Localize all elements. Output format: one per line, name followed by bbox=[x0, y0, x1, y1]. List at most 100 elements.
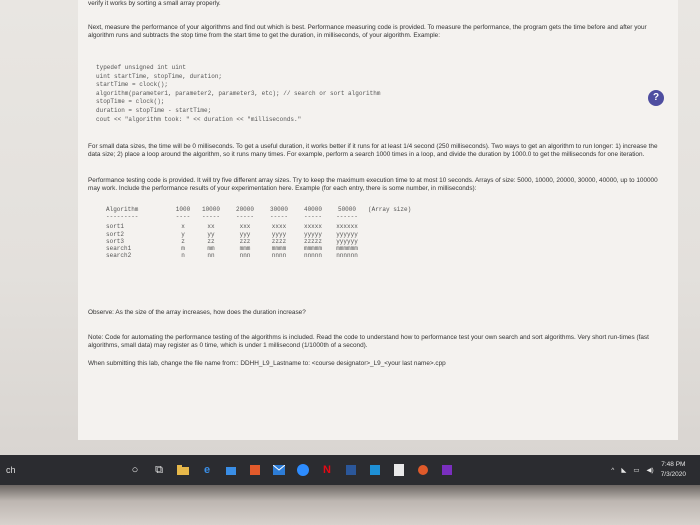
table-cell: sort3 bbox=[106, 237, 125, 245]
table-cell: yyyy bbox=[271, 230, 287, 238]
table-cell: xxxxx bbox=[303, 223, 322, 231]
taskbar: ch ○ ⧉ e N ^ ◣ ▭ ◀) 7:48 PM 7/3/2020 bbox=[0, 455, 700, 485]
table-cell: nnn bbox=[239, 252, 251, 260]
explorer-icon[interactable] bbox=[174, 461, 192, 479]
table-rule: ----- bbox=[201, 213, 220, 221]
table-cell: sort1 bbox=[106, 223, 125, 231]
table-cell: nnnnnn bbox=[336, 252, 358, 260]
volume-icon[interactable]: ◀) bbox=[647, 466, 654, 474]
table-cell: zzz bbox=[239, 237, 251, 245]
results-table: Algorithm 1000 10000 20000 30000 40000 5… bbox=[106, 206, 416, 260]
table-cell: nnnn bbox=[271, 252, 287, 260]
word-icon[interactable] bbox=[342, 461, 360, 479]
network-icon[interactable]: ◣ bbox=[621, 466, 626, 474]
table-cell: zz bbox=[207, 237, 215, 245]
table-header: 30000 bbox=[269, 206, 288, 213]
code-line: uint startTime, stopTime, duration; bbox=[96, 72, 223, 80]
top-line: verify it works by sorting a small array… bbox=[88, 0, 221, 7]
table-rule: ----- bbox=[235, 213, 254, 221]
table-cell: search1 bbox=[106, 245, 132, 253]
table-header: 40000 bbox=[303, 206, 322, 213]
table-row: sort1 x xx xxx xxxx xxxxx xxxxxx bbox=[106, 223, 416, 230]
table-cell: nnnnn bbox=[303, 252, 322, 260]
table-header: (Array size) bbox=[368, 206, 412, 213]
file-icon[interactable] bbox=[390, 461, 408, 479]
table-cell: mmmmm bbox=[303, 245, 322, 253]
code-line: startTime = clock(); bbox=[96, 81, 169, 89]
app-icon[interactable] bbox=[438, 461, 456, 479]
paragraph-submit: When submitting this lab, change the fil… bbox=[88, 360, 446, 367]
office-icon[interactable] bbox=[246, 461, 264, 479]
code-line: duration = stopTime - startTime; bbox=[96, 106, 212, 114]
table-rule: ----- bbox=[303, 213, 322, 221]
taskbar-search-text[interactable]: ch bbox=[0, 465, 126, 475]
table-cell: yyyyyy bbox=[336, 230, 358, 238]
table-cell: yyyyyy bbox=[336, 237, 358, 245]
table-rule: ---- bbox=[175, 213, 191, 221]
table-cell: search2 bbox=[106, 252, 132, 260]
brave-icon[interactable] bbox=[414, 461, 432, 479]
table-row: sort3 z zz zzz zzzz zzzzz yyyyyy bbox=[106, 238, 416, 245]
code-line: cout << "algorithm took: " << duration <… bbox=[96, 115, 302, 123]
code-line: algorithm(parameter1, parameter2, parame… bbox=[96, 89, 381, 97]
table-cell: n bbox=[181, 252, 185, 260]
table-cell: nn bbox=[207, 252, 215, 260]
table-cell: mmm bbox=[239, 245, 251, 253]
clock-time: 7:48 PM bbox=[661, 461, 686, 468]
table-cell: zzzz bbox=[271, 237, 287, 245]
table-cell: xxx bbox=[239, 223, 251, 231]
table-cell: yyyyy bbox=[303, 230, 322, 238]
table-row: search2 n nn nnn nnnn nnnnn nnnnnn bbox=[106, 252, 416, 259]
table-cell: xxxxxx bbox=[336, 223, 358, 231]
photos-icon[interactable] bbox=[366, 461, 384, 479]
table-cell: xxxx bbox=[271, 223, 287, 231]
paragraph-observe: Observe: As the size of the array increa… bbox=[88, 309, 306, 316]
table-cell: x bbox=[181, 223, 185, 231]
table-cell: yy bbox=[207, 230, 215, 238]
table-cell: y bbox=[181, 230, 185, 238]
table-rule: ------ bbox=[336, 213, 358, 221]
code-example: typedef unsigned int uint uint startTime… bbox=[96, 64, 380, 124]
paragraph-testing: Performance testing code is provided. It… bbox=[88, 177, 658, 193]
table-header: Algorithm bbox=[106, 206, 139, 213]
document-page: verify it works by sorting a small array… bbox=[78, 0, 678, 440]
paragraph-durations: For small data sizes, the time will be 0… bbox=[88, 143, 658, 159]
store-icon[interactable] bbox=[222, 461, 240, 479]
clock[interactable]: 7:48 PM 7/3/2020 bbox=[661, 460, 686, 480]
table-cell: z bbox=[181, 237, 185, 245]
table-cell: mm bbox=[207, 245, 215, 253]
chevron-up-icon[interactable]: ^ bbox=[611, 467, 614, 474]
table-row: search1 m mm mmm mmmm mmmmm mmmmmm bbox=[106, 245, 416, 252]
table-rule: ----- bbox=[269, 213, 288, 221]
table-rule: --------- bbox=[106, 213, 139, 221]
task-view-icon[interactable]: ⧉ bbox=[150, 461, 168, 479]
code-line: stopTime = clock(); bbox=[96, 98, 165, 106]
system-tray: ^ ◣ ▭ ◀) 7:48 PM 7/3/2020 bbox=[611, 460, 700, 480]
screen: verify it works by sorting a small array… bbox=[0, 0, 700, 455]
mail-icon[interactable] bbox=[270, 461, 288, 479]
clock-date: 7/3/2020 bbox=[660, 471, 686, 478]
edge-icon[interactable]: e bbox=[198, 461, 216, 479]
table-header: 1000 bbox=[175, 206, 191, 213]
table-cell: xx bbox=[207, 223, 215, 231]
table-header: 20000 bbox=[235, 206, 254, 213]
table-row: sort2 y yy yyy yyyy yyyyy yyyyyy bbox=[106, 231, 416, 238]
table-cell: sort2 bbox=[106, 230, 125, 238]
battery-icon[interactable]: ▭ bbox=[633, 466, 639, 474]
taskbar-apps: ○ ⧉ e N bbox=[126, 461, 456, 479]
table-header-row: Algorithm 1000 10000 20000 30000 40000 5… bbox=[106, 206, 416, 213]
table-rule-row: --------- ---- ----- ----- ----- ----- -… bbox=[106, 213, 416, 223]
netflix-icon[interactable]: N bbox=[318, 461, 336, 479]
table-cell: mmmmmm bbox=[336, 245, 358, 253]
table-header: 50000 bbox=[337, 206, 356, 213]
paragraph-intro: Next, measure the performance of your al… bbox=[88, 24, 647, 40]
start-icon[interactable]: ○ bbox=[126, 461, 144, 479]
table-cell: zzzzz bbox=[303, 237, 322, 245]
monitor-bezel bbox=[0, 485, 700, 525]
paragraph-note: Note: Code for automating the performanc… bbox=[88, 334, 649, 350]
table-header: 10000 bbox=[201, 206, 220, 213]
table-cell: yyy bbox=[239, 230, 251, 238]
table-cell: mmmm bbox=[271, 245, 287, 253]
help-button[interactable]: ? bbox=[648, 90, 664, 106]
zoom-icon[interactable] bbox=[294, 461, 312, 479]
